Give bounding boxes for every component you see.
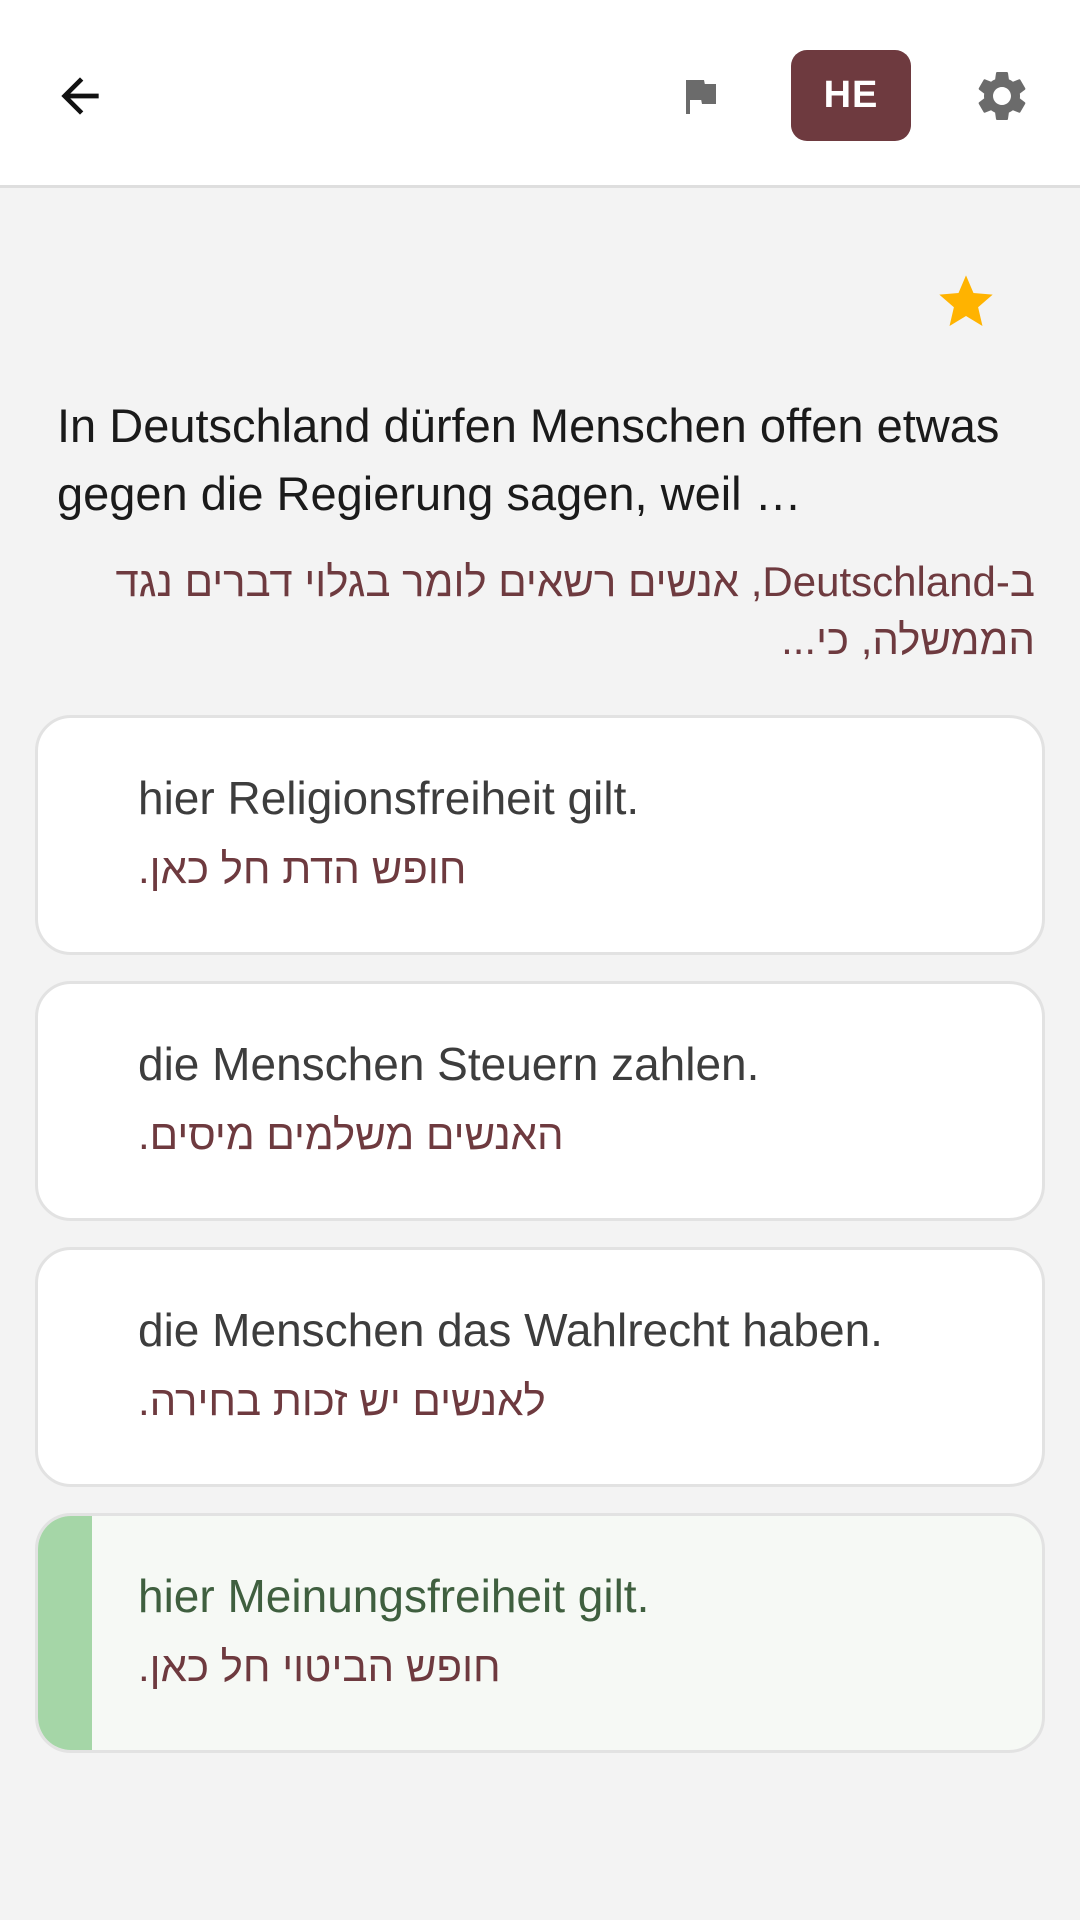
language-button[interactable]: HE	[791, 50, 911, 141]
question-translation: ב-Deutschland, אנשים רשאים לומר בגלוי דב…	[115, 558, 1035, 663]
answer-text: hier Meinungsfreiheit gilt.	[138, 1570, 650, 1622]
language-label: HE	[823, 74, 879, 116]
answer-translation: חופש הדת חל כאן.	[138, 845, 467, 892]
favorite-button[interactable]	[934, 270, 998, 334]
answer-translation: חופש הביטוי חל כאן.	[138, 1643, 501, 1690]
report-button[interactable]	[660, 56, 740, 136]
settings-button[interactable]	[962, 56, 1042, 136]
question-text: In Deutschland dürfen Menschen offen etw…	[57, 399, 1000, 520]
answer-option[interactable]: die Menschen Steuern zahlen. האנשים משלמ…	[35, 981, 1045, 1221]
answer-option[interactable]: hier Religionsfreiheit gilt. חופש הדת חל…	[35, 715, 1045, 955]
answer-translation: לאנשים יש זכות בחירה.	[138, 1377, 546, 1424]
correct-indicator-bar	[38, 1516, 92, 1750]
back-button[interactable]	[40, 56, 120, 136]
flag-icon	[686, 80, 716, 114]
answer-translation: האנשים משלמים מיסים.	[138, 1111, 564, 1158]
arrow-back-icon	[61, 77, 99, 115]
answer-option[interactable]: die Menschen das Wahlrecht haben. לאנשים…	[35, 1247, 1045, 1487]
answer-option-correct[interactable]: hier Meinungsfreiheit gilt. חופש הביטוי …	[35, 1513, 1045, 1753]
app-bar: HE	[0, 0, 1080, 188]
star-icon	[939, 275, 993, 326]
answer-text: die Menschen Steuern zahlen.	[138, 1038, 760, 1090]
answer-text: die Menschen das Wahlrecht haben.	[138, 1304, 883, 1356]
answer-text: hier Religionsfreiheit gilt.	[138, 772, 640, 824]
gear-icon	[978, 71, 1026, 120]
